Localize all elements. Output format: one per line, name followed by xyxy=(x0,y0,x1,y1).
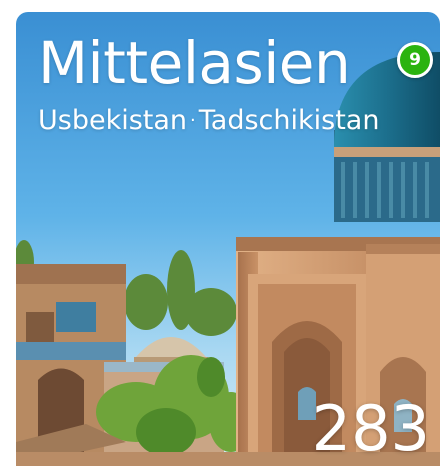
count-badge: 9 xyxy=(397,42,433,78)
destination-card[interactable]: Mittelasien Usbekistan · Tadschikistan 9 2… xyxy=(16,12,440,466)
country-tadschikistan: Tadschikistan xyxy=(198,105,380,136)
country-usbekistan: Usbekistan xyxy=(38,105,188,136)
item-count: 283 xyxy=(311,392,430,465)
card-subtitle: Usbekistan · Tadschikistan xyxy=(38,104,379,138)
country-separator: · xyxy=(190,110,196,131)
card-title: Mittelasien xyxy=(38,29,351,97)
